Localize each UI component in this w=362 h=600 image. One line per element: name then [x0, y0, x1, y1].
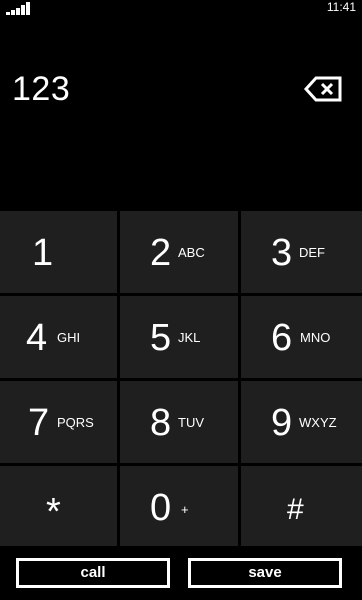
key-hash[interactable]: #	[241, 466, 362, 546]
key-digit: 6	[271, 317, 293, 359]
key-digit: 4	[26, 317, 48, 359]
key-4[interactable]: 4 GHI	[0, 296, 117, 378]
key-letters: GHI	[57, 330, 81, 345]
key-9[interactable]: 9 WXYZ	[241, 381, 362, 463]
key-0[interactable]: 0 +	[120, 466, 238, 546]
call-button[interactable]: call	[16, 558, 170, 588]
key-letters: DEF	[299, 245, 325, 260]
dial-keypad: 1 2 ABC 3 DEF 4 GHI 5 JKL 6 MNO 7 PQRS 8…	[0, 211, 362, 546]
status-clock: 11:41	[326, 0, 356, 14]
key-digit: 3	[271, 232, 293, 274]
key-letters: WXYZ	[299, 415, 337, 430]
key-letters: +	[181, 502, 189, 517]
key-1[interactable]: 1	[0, 211, 117, 293]
key-letters: JKL	[178, 330, 201, 345]
key-digit: 1	[32, 232, 54, 274]
key-star[interactable]: *	[0, 466, 117, 546]
key-7[interactable]: 7 PQRS	[0, 381, 117, 463]
key-6[interactable]: 6 MNO	[241, 296, 362, 378]
key-letters: MNO	[300, 330, 331, 345]
key-digit: 2	[150, 232, 172, 274]
key-letters: TUV	[178, 415, 204, 430]
key-8[interactable]: 8 TUV	[120, 381, 238, 463]
key-letters: PQRS	[57, 415, 94, 430]
key-digit: 9	[271, 402, 293, 444]
key-digit: 8	[150, 402, 172, 444]
key-3[interactable]: 3 DEF	[241, 211, 362, 293]
key-2[interactable]: 2 ABC	[120, 211, 238, 293]
app-bar: call save	[0, 547, 362, 600]
key-digit: 5	[150, 317, 172, 359]
number-display: 123	[0, 60, 362, 120]
backspace-icon[interactable]	[303, 74, 343, 104]
key-digit: 7	[28, 402, 50, 444]
key-5[interactable]: 5 JKL	[120, 296, 238, 378]
dialed-number: 123	[12, 70, 71, 108]
status-bar: 11:41	[0, 0, 362, 18]
key-digit: 0	[150, 487, 172, 529]
key-letters: ABC	[178, 245, 205, 260]
key-digit: *	[46, 491, 61, 533]
key-digit: #	[287, 493, 304, 526]
signal-strength-icon	[6, 2, 30, 15]
save-button[interactable]: save	[188, 558, 342, 588]
